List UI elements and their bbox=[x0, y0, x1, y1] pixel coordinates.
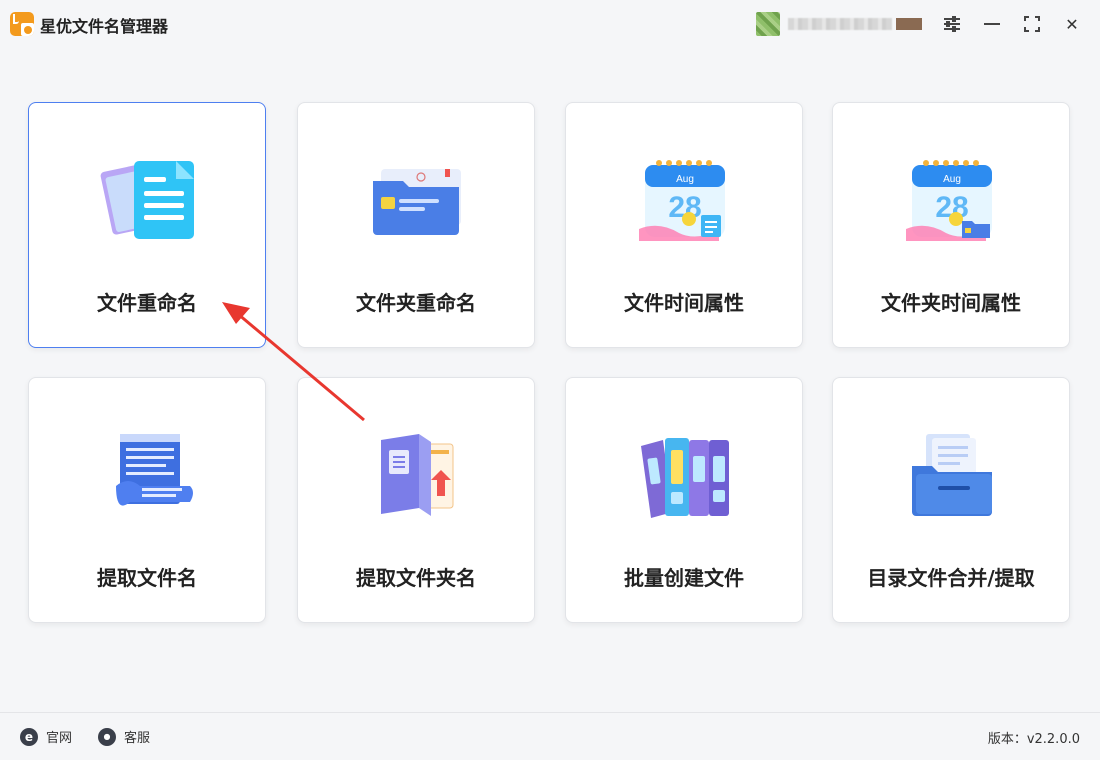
card-label: 文件时间属性 bbox=[624, 291, 744, 315]
card-label: 目录文件合并/提取 bbox=[867, 566, 1035, 590]
card-folder-time[interactable]: Aug 28 文件夹时间属性 bbox=[832, 102, 1070, 348]
calendar-file-icon: Aug 28 bbox=[639, 160, 725, 241]
card-label: 提取文件夹名 bbox=[356, 566, 476, 590]
ie-globe-icon: e bbox=[20, 727, 38, 746]
calendar-folder-icon: Aug 28 bbox=[906, 160, 992, 241]
card-extract-filename[interactable]: 提取文件名 bbox=[28, 377, 266, 623]
support-label: 客服 bbox=[124, 731, 151, 746]
support-link[interactable]: ● 客服 bbox=[98, 727, 150, 746]
app-logo-icon bbox=[10, 12, 34, 36]
file-box-icon bbox=[912, 434, 992, 516]
folder-rename-icon bbox=[373, 169, 461, 235]
maximize-icon bbox=[1024, 16, 1040, 32]
user-account[interactable] bbox=[756, 12, 924, 36]
binders-icon bbox=[641, 438, 729, 518]
card-label: 批量创建文件 bbox=[624, 566, 744, 590]
title-bar: 星优文件名管理器 ✕ bbox=[0, 0, 1100, 48]
document-rename-icon bbox=[100, 161, 194, 239]
app-title: 星优文件名管理器 bbox=[40, 17, 169, 36]
card-label: 提取文件名 bbox=[97, 566, 197, 590]
card-merge-extract[interactable]: 目录文件合并/提取 bbox=[832, 377, 1070, 623]
close-button[interactable]: ✕ bbox=[1060, 12, 1084, 36]
scroll-list-icon bbox=[116, 434, 193, 506]
website-label: 官网 bbox=[46, 731, 73, 746]
card-label: 文件重命名 bbox=[97, 291, 197, 315]
footer: e 官网 ● 客服 版本：v2.2.0.0 bbox=[0, 712, 1100, 760]
minimize-icon bbox=[984, 23, 1000, 25]
calendar-month: Aug bbox=[676, 174, 694, 185]
calendar-month: Aug bbox=[943, 174, 961, 185]
website-link[interactable]: e 官网 bbox=[20, 727, 72, 746]
username-blurred bbox=[788, 18, 892, 30]
card-batch-create[interactable]: 批量创建文件 bbox=[565, 377, 803, 623]
version-label: 版本：v2.2.0.0 bbox=[987, 732, 1080, 747]
card-file-rename[interactable]: 文件重命名 bbox=[28, 102, 266, 348]
card-label: 文件夹时间属性 bbox=[881, 291, 1021, 315]
minimize-button[interactable] bbox=[980, 12, 1004, 36]
card-folder-rename[interactable]: 文件夹重命名 bbox=[297, 102, 535, 348]
maximize-button[interactable] bbox=[1020, 12, 1044, 36]
folder-extract-icon bbox=[381, 434, 454, 516]
card-label: 文件夹重命名 bbox=[356, 291, 476, 315]
card-extract-foldername[interactable]: 提取文件夹名 bbox=[297, 377, 535, 623]
user-badge bbox=[896, 18, 922, 30]
avatar[interactable] bbox=[756, 12, 780, 36]
settings-sliders-icon[interactable] bbox=[940, 12, 964, 36]
chat-bubble-icon: ● bbox=[98, 727, 116, 746]
close-icon: ✕ bbox=[1065, 14, 1079, 34]
card-file-time[interactable]: Aug 28 文件时间属性 bbox=[565, 102, 803, 348]
